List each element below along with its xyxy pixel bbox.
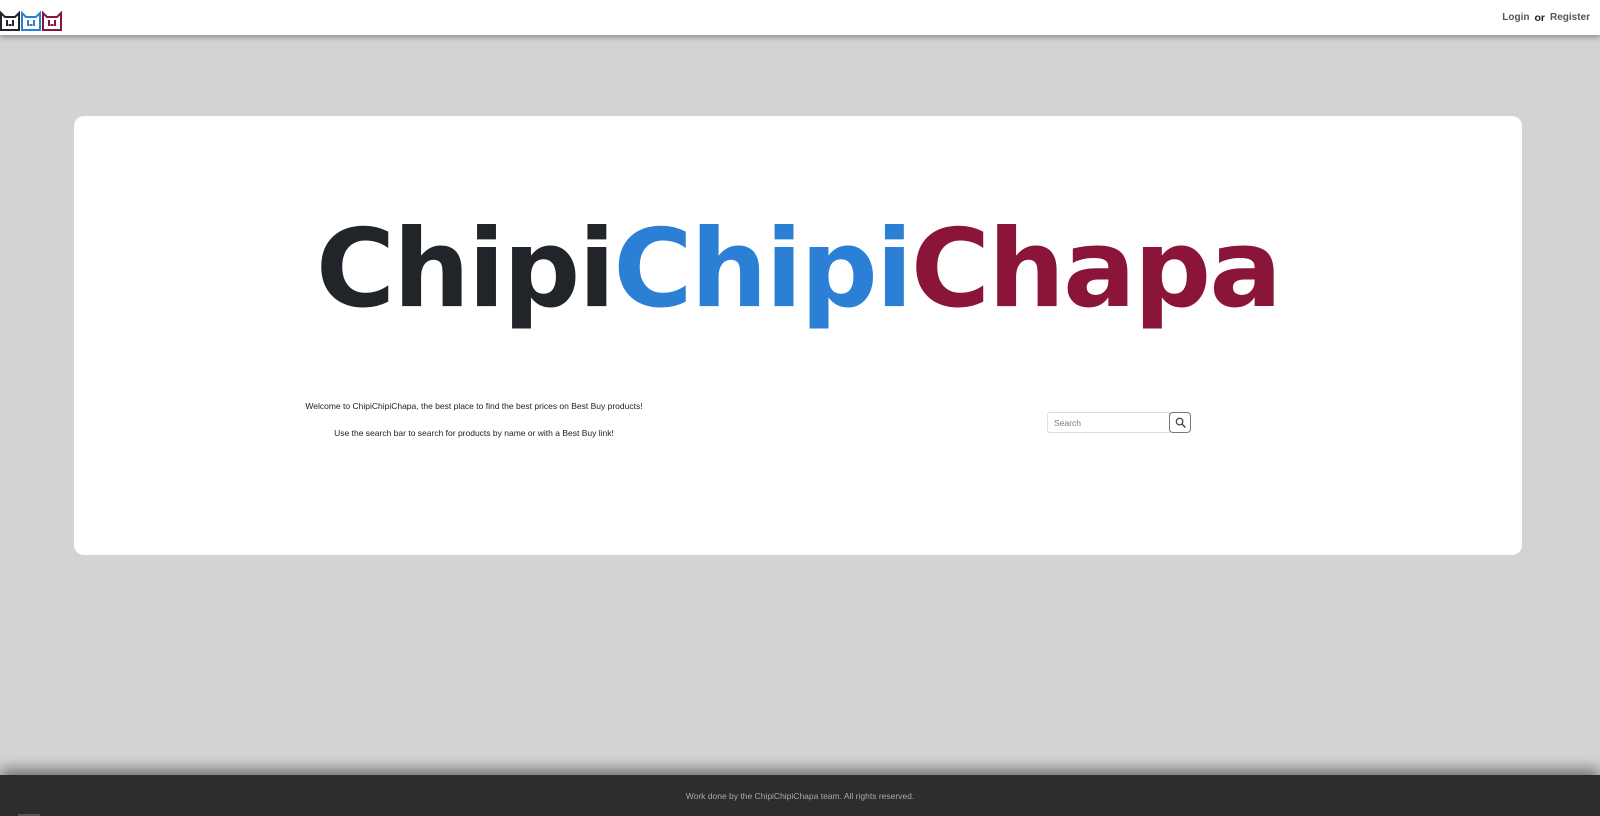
- auth-links: Login or Register: [1502, 12, 1590, 24]
- navbar: Login or Register: [0, 0, 1600, 35]
- hero-title-part-2: Chipi: [613, 207, 912, 332]
- intro-text: Welcome to ChipiChipiChapa, the best pla…: [294, 402, 654, 455]
- instructions-text: Use the search bar to search for product…: [334, 427, 614, 438]
- hero-title-part-1: Chipi: [315, 207, 615, 332]
- main-card: ChipiChipiChapa Welcome to ChipiChipiCha…: [74, 116, 1522, 555]
- hero-title-part-3: Chapa: [910, 207, 1282, 332]
- search-form: [1047, 412, 1191, 433]
- cat-logo-icon: [0, 10, 62, 31]
- login-link[interactable]: Login: [1502, 12, 1529, 23]
- footer-text: Work done by the ChipiChipiChapa team. A…: [685, 790, 915, 801]
- register-link[interactable]: Register: [1550, 12, 1590, 23]
- search-button[interactable]: [1169, 412, 1191, 433]
- site-logo[interactable]: [0, 5, 64, 31]
- or-separator: or: [1534, 11, 1545, 24]
- hero-title: ChipiChipiChapa: [74, 216, 1522, 324]
- welcome-text: Welcome to ChipiChipiChapa, the best pla…: [305, 401, 643, 411]
- search-input[interactable]: [1047, 412, 1170, 433]
- search-icon: [1175, 417, 1186, 428]
- footer: Work done by the ChipiChipiChapa team. A…: [0, 775, 1600, 816]
